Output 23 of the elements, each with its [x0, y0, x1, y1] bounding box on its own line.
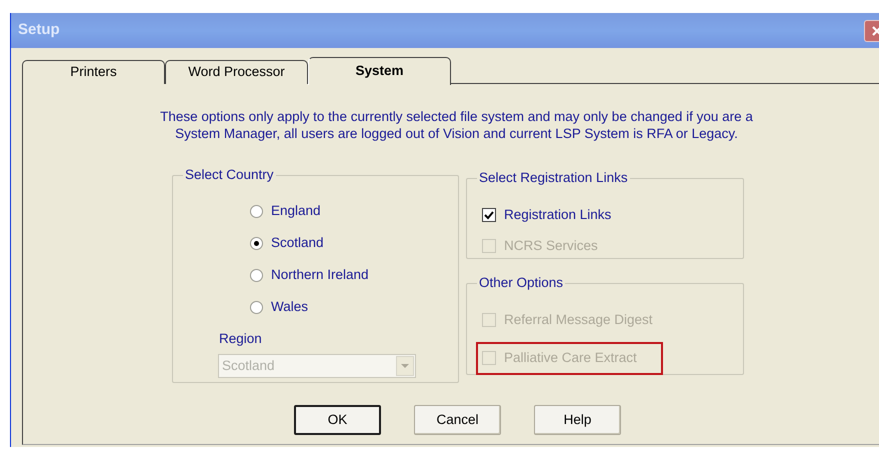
notice-text: These options only apply to the currently selected file system and may only be changed if you are a System Manager, all users are logged out of Vision and current LSP System is RFA or Legacy.: [159, 108, 754, 142]
dialog-button[interactable]: OK: [294, 405, 381, 435]
tab[interactable]: Printers: [22, 60, 165, 84]
radio-option[interactable]: Northern Ireland: [250, 265, 369, 285]
radio-button[interactable]: [250, 268, 263, 282]
group-label: Select Registration Links: [479, 170, 628, 185]
radio-button[interactable]: [250, 300, 263, 314]
region-label: Region: [219, 330, 262, 348]
dialog-button[interactable]: Help: [534, 405, 621, 435]
radio-option[interactable]: England: [250, 201, 321, 221]
radio-button[interactable]: [250, 236, 263, 250]
checkbox-option[interactable]: Registration Links: [476, 199, 638, 232]
radio-option[interactable]: Scotland: [250, 233, 324, 253]
group-label: Select Country: [185, 167, 274, 182]
radio-button[interactable]: [250, 204, 263, 218]
close-button[interactable]: [864, 20, 879, 42]
checkbox[interactable]: [482, 208, 496, 222]
tab[interactable]: Word Processor: [165, 60, 308, 84]
dialog-button[interactable]: Cancel: [414, 405, 501, 435]
tab[interactable]: System: [308, 57, 451, 85]
radio-option[interactable]: Wales: [250, 297, 308, 317]
group-label: Other Options: [479, 275, 564, 290]
window-title: Setup: [18, 20, 60, 40]
